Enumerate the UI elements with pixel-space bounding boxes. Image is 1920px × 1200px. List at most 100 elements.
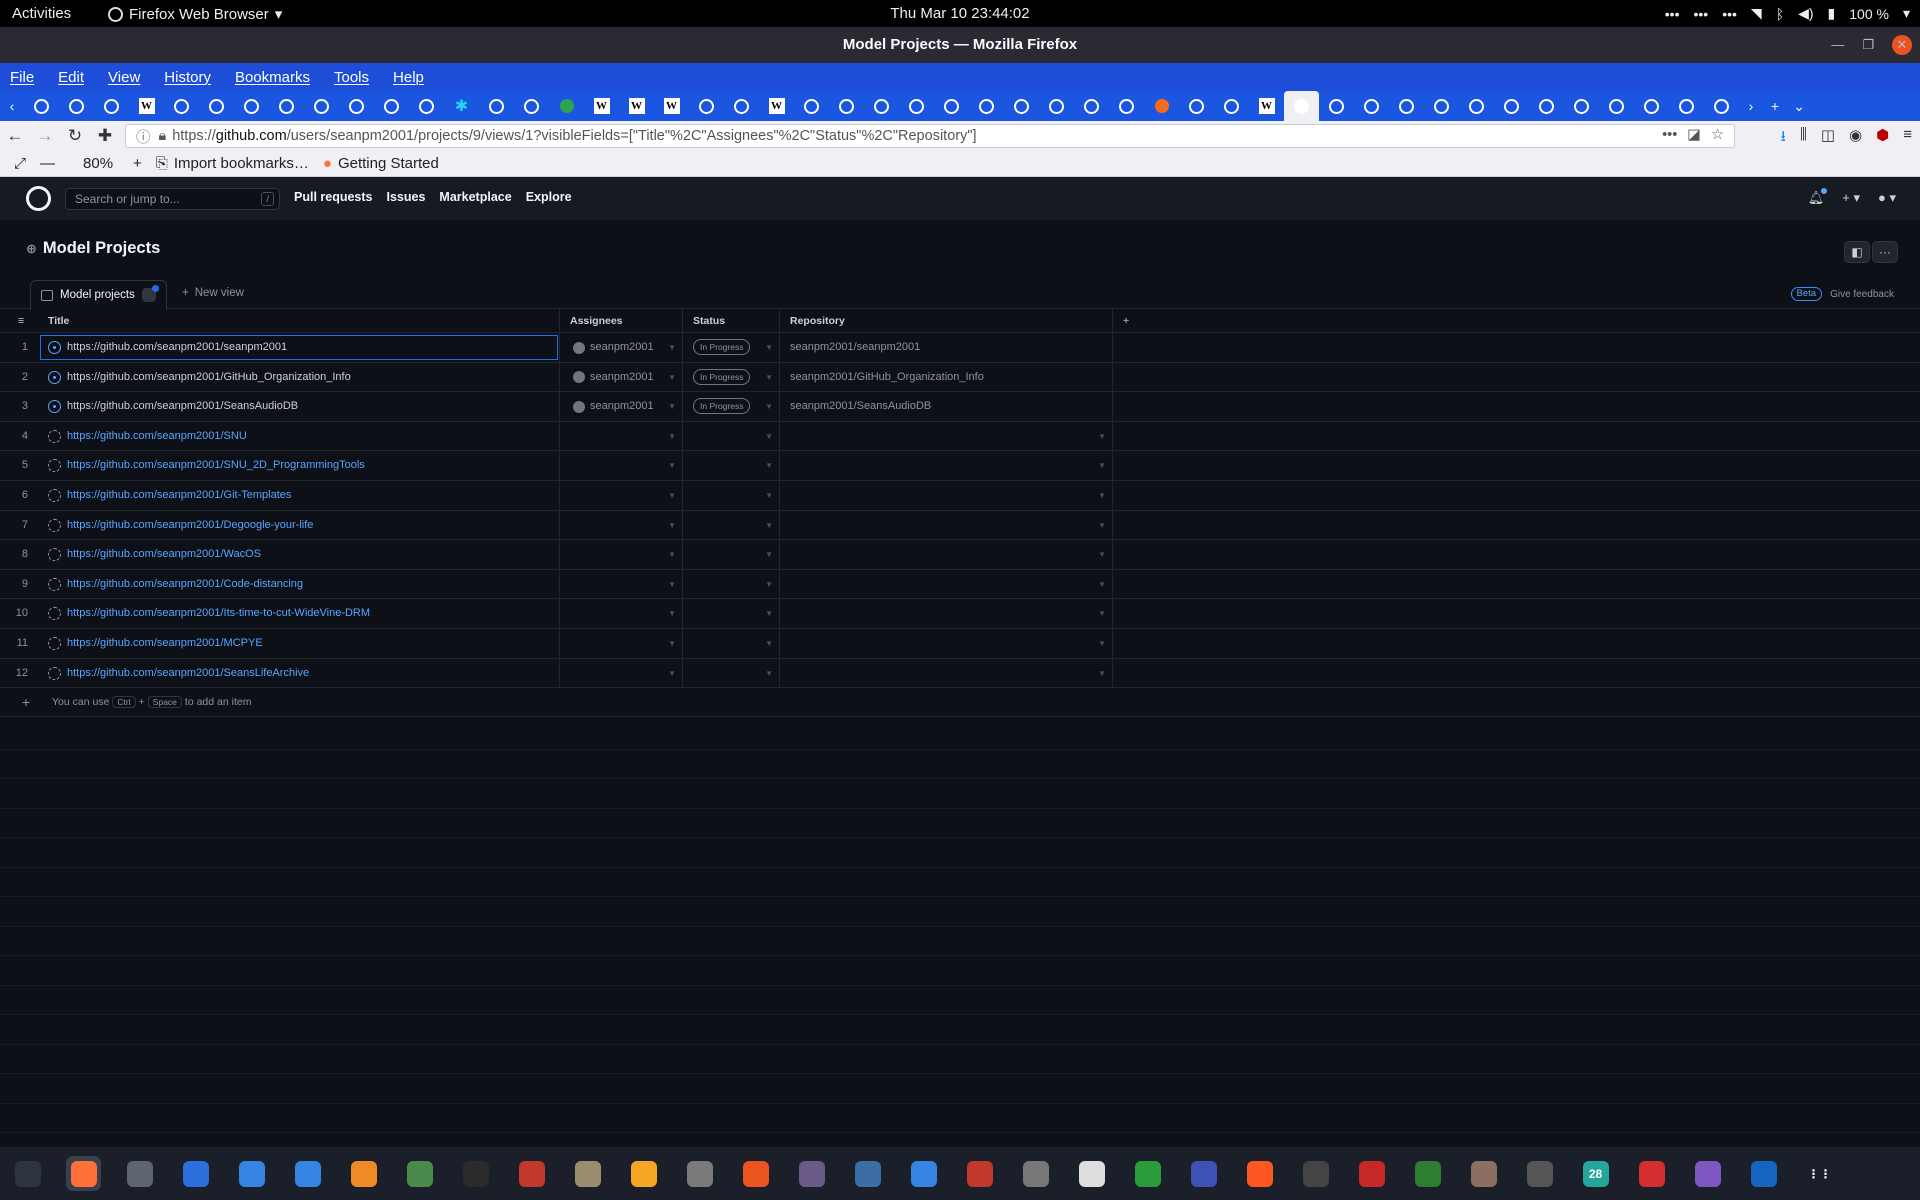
- text-editor-icon[interactable]: [290, 1156, 325, 1191]
- browser-tab[interactable]: [1039, 91, 1074, 121]
- scroll-right-icon[interactable]: ›: [1739, 98, 1763, 114]
- browser-tab[interactable]: [1179, 91, 1214, 121]
- update-icon[interactable]: [1242, 1156, 1277, 1191]
- menu-file[interactable]: File: [10, 69, 34, 86]
- table-row[interactable]: 6 https://github.com/seanpm2001/Git-Templ…: [0, 480, 1920, 511]
- site-info-icon[interactable]: ⓘ: [136, 126, 151, 147]
- cell-assignees[interactable]: ▼: [560, 628, 683, 658]
- browser-tab[interactable]: [199, 91, 234, 121]
- table-row[interactable]: 8 https://github.com/seanpm2001/WacOS ▼ ▼ ▼: [0, 540, 1920, 570]
- browser-tab[interactable]: [479, 91, 514, 121]
- menu-history[interactable]: History: [164, 69, 211, 86]
- calculator-icon[interactable]: [626, 1156, 661, 1191]
- browser-tab[interactable]: [794, 91, 829, 121]
- account-icon[interactable]: ◉: [1849, 126, 1862, 151]
- cell-repository[interactable]: ▼: [780, 451, 1113, 481]
- cell-repository[interactable]: ▼: [780, 421, 1113, 451]
- cell-repository[interactable]: ▼: [780, 480, 1113, 510]
- character-map-icon[interactable]: [1074, 1156, 1109, 1191]
- cell-repository[interactable]: ▼: [780, 569, 1113, 599]
- table-row[interactable]: 7 https://github.com/seanpm2001/Degoogle-…: [0, 510, 1920, 541]
- title-text[interactable]: https://github.com/seanpm2001/Code-dista…: [67, 570, 303, 599]
- vlc-icon[interactable]: [346, 1156, 381, 1191]
- browser-tab[interactable]: [1634, 91, 1669, 121]
- cell-title[interactable]: https://github.com/seanpm2001/SNU_2D_Pro…: [38, 451, 560, 481]
- forward-icon[interactable]: →: [30, 126, 60, 146]
- browser-tab[interactable]: [304, 91, 339, 121]
- column-repository[interactable]: Repository: [780, 309, 1113, 333]
- extensions-icon[interactable]: ✚: [90, 126, 120, 146]
- project-menu-icon[interactable]: ···: [1872, 241, 1898, 263]
- column-status[interactable]: Status: [683, 309, 780, 333]
- cell-status[interactable]: ▼: [683, 421, 780, 451]
- list-tabs-icon[interactable]: ⌄: [1787, 98, 1811, 115]
- more-icon[interactable]: •••: [1693, 6, 1708, 22]
- music-icon[interactable]: [1298, 1156, 1333, 1191]
- add-column-icon[interactable]: +: [1113, 309, 1153, 333]
- browser-tab[interactable]: [829, 91, 864, 121]
- page-actions-icon[interactable]: •••: [1662, 127, 1677, 143]
- menu-edit[interactable]: Edit: [58, 69, 84, 86]
- browser-tab[interactable]: [24, 91, 59, 121]
- document-viewer-icon[interactable]: [962, 1156, 997, 1191]
- cell-title[interactable]: https://github.com/seanpm2001/SeansAudio…: [38, 392, 560, 422]
- clock[interactable]: Thu Mar 10 23:44:02: [890, 5, 1029, 22]
- cell-title[interactable]: https://github.com/seanpm2001/MCPYE: [38, 628, 560, 658]
- pocket-icon[interactable]: ◪: [1687, 127, 1701, 143]
- cell-status[interactable]: In Progress ▼: [683, 333, 780, 362]
- add-item-row[interactable]: + You can use Ctrl + Space to add an ite…: [0, 688, 1920, 718]
- game-icon[interactable]: [1466, 1156, 1501, 1191]
- cell-title[interactable]: https://github.com/seanpm2001/Git-Templa…: [38, 480, 560, 510]
- zoom-out-icon[interactable]: —: [40, 155, 55, 172]
- cell-assignees[interactable]: ▼: [560, 658, 683, 688]
- close-icon[interactable]: ✕: [1892, 35, 1912, 55]
- nav-explore[interactable]: Explore: [526, 190, 572, 204]
- fullscreen-icon[interactable]: ⤢: [14, 155, 26, 172]
- cell-title[interactable]: https://github.com/seanpm2001/Its-time-t…: [38, 599, 560, 629]
- title-text[interactable]: https://github.com/seanpm2001/Its-time-t…: [67, 599, 370, 628]
- bookmark-getting-started[interactable]: ● Getting Started: [323, 155, 439, 172]
- cell-title[interactable]: https://github.com/seanpm2001/seanpm2001: [38, 333, 560, 362]
- title-text[interactable]: https://github.com/seanpm2001/SeansLifeA…: [67, 659, 309, 688]
- app-grid-icon[interactable]: ⋮⋮: [1802, 1156, 1837, 1191]
- cell-repository[interactable]: ▼: [780, 540, 1113, 570]
- browser-tab[interactable]: [1599, 91, 1634, 121]
- hamburger-menu-icon[interactable]: ≡: [1903, 126, 1912, 151]
- browser-tab[interactable]: [969, 91, 1004, 121]
- browser-tab[interactable]: W: [654, 91, 689, 121]
- back-icon[interactable]: ←: [0, 126, 30, 146]
- cell-assignees[interactable]: ▼: [560, 451, 683, 481]
- spreadsheet-icon[interactable]: [1410, 1156, 1445, 1191]
- maximize-icon[interactable]: ❐: [1862, 27, 1874, 63]
- settings-icon[interactable]: [122, 1156, 157, 1191]
- files-icon[interactable]: [570, 1156, 605, 1191]
- bird-icon[interactable]: [1522, 1156, 1557, 1191]
- calendar-icon[interactable]: 28: [1578, 1156, 1613, 1191]
- library-icon[interactable]: ⫼: [1800, 126, 1807, 151]
- cell-title[interactable]: https://github.com/seanpm2001/SeansLifeA…: [38, 658, 560, 688]
- help-icon[interactable]: [234, 1156, 269, 1191]
- title-text[interactable]: https://github.com/seanpm2001/Git-Templa…: [67, 481, 291, 510]
- install-icon[interactable]: [1746, 1156, 1781, 1191]
- cell-assignees[interactable]: seanpm2001 ▼: [560, 362, 683, 392]
- activities-button[interactable]: Activities: [12, 5, 71, 22]
- app-menu[interactable]: Firefox Web Browser ▾: [108, 5, 282, 23]
- cell-title[interactable]: https://github.com/seanpm2001/WacOS: [38, 540, 560, 570]
- menu-view[interactable]: View: [108, 69, 140, 86]
- notifications-icon[interactable]: 🔔︎: [1808, 188, 1827, 206]
- table-row[interactable]: 12 https://github.com/seanpm2001/SeansLif…: [0, 658, 1920, 689]
- search-input[interactable]: Search or jump to... /: [65, 188, 280, 210]
- cell-status[interactable]: ▼: [683, 510, 780, 540]
- browser-tab[interactable]: [1214, 91, 1249, 121]
- cell-title[interactable]: https://github.com/seanpm2001/SNU: [38, 421, 560, 451]
- sidebar-icon[interactable]: ◫: [1821, 126, 1835, 151]
- cell-status[interactable]: ▼: [683, 480, 780, 510]
- archive-icon[interactable]: [1018, 1156, 1053, 1191]
- menu-help[interactable]: Help: [393, 69, 424, 86]
- browser-tab[interactable]: [1004, 91, 1039, 121]
- zoom-level[interactable]: 80%: [83, 155, 113, 172]
- nav-marketplace[interactable]: Marketplace: [439, 190, 511, 204]
- cell-assignees[interactable]: ▼: [560, 540, 683, 570]
- side-panel-icon[interactable]: ◧: [1844, 241, 1870, 263]
- browser-tab[interactable]: [1109, 91, 1144, 121]
